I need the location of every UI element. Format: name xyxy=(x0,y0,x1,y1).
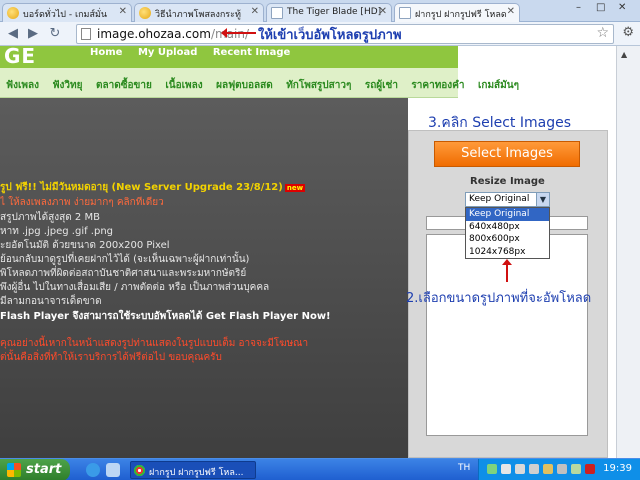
back-icon[interactable]: ◀ xyxy=(4,25,22,43)
tray-app-icon[interactable] xyxy=(515,464,525,474)
tab-label: The Tiger Blade [HD] xyxy=(287,7,382,17)
menu-item[interactable]: ฟังเพลง xyxy=(6,80,39,91)
tab-4-active[interactable]: ฝากรูป ฝากรูปฟรี โหลด ✕ xyxy=(394,3,520,23)
taskbar-item-label: ฝากรูป ฝากรูปฟรี โหล... xyxy=(149,468,244,478)
info-line: ต่นั้นคือสิ่งที่ทำให้เราบริการได้ฟรีต่อไ… xyxy=(0,352,222,363)
menu-item[interactable]: ทักโพสรูปสาวๆ xyxy=(286,80,351,91)
tray-app-icon[interactable] xyxy=(585,464,595,474)
wrench-icon[interactable]: ⚙ xyxy=(622,25,634,40)
annotation-arrow-up xyxy=(502,259,512,282)
menu-item[interactable]: ฟังวิทยุ xyxy=(52,80,82,91)
vertical-scrollbar[interactable]: ▲ xyxy=(616,46,640,458)
close-icon[interactable]: ✕ xyxy=(507,6,515,17)
menu-item[interactable]: ราคาทองคำ xyxy=(411,80,464,91)
annotation-step3: 3.คลิก Select Images xyxy=(428,115,572,131)
tab-label: ฝากรูป ฝากรูปฟรี โหลด xyxy=(415,10,507,20)
site-logo[interactable]: GE xyxy=(0,46,86,68)
nav-home[interactable]: Home xyxy=(90,47,122,58)
menu-item[interactable]: ตลาดซื้อขาย xyxy=(96,80,152,91)
page-icon xyxy=(271,7,283,19)
site-menu: ฟังเพลง ฟังวิทยุ ตลาดซื้อขาย เนื้อเพลง ผ… xyxy=(6,78,529,93)
taskbar-item-chrome[interactable]: ฝากรูป ฝากรูปฟรี โหล... xyxy=(130,461,256,479)
system-tray: 19:39 xyxy=(478,459,640,480)
chevron-down-icon[interactable]: ▼ xyxy=(536,193,549,206)
resize-option[interactable]: Keep Original xyxy=(466,208,549,221)
reload-icon[interactable]: ↻ xyxy=(46,25,64,43)
resize-option[interactable]: 800x600px xyxy=(466,233,549,246)
tab-2[interactable]: วิธีนำภาพโพสลงกระทู้ ✕ xyxy=(134,3,264,22)
page-icon xyxy=(81,28,91,40)
tab-3[interactable]: The Tiger Blade [HD] ✕ xyxy=(266,3,392,22)
tab-strip: บอร์ดทั่วไป - เกมส์มั่น ✕ วิธีนำภาพโพสลง… xyxy=(0,0,640,23)
tray-app-icon[interactable] xyxy=(529,464,539,474)
tray-app-icon[interactable] xyxy=(557,464,567,474)
globe-icon xyxy=(7,7,19,19)
annotation-step2: 2.เลือกขนาดรูปภาพที่จะอัพโหลด xyxy=(406,291,592,306)
info-line: มีลามกอนาจารเด็ดขาด xyxy=(0,296,102,307)
forward-icon[interactable]: ▶ xyxy=(24,25,42,43)
info-line: คุณอย่างนี้เหากในหน้าแสดงรูปท่านแสดงในรู… xyxy=(0,338,309,349)
browser-toolbar: ◀ ▶ ↻ image.ohozaa.com/main/ ☆ ให้เข้าเว… xyxy=(0,22,640,46)
close-icon[interactable]: ✕ xyxy=(119,6,127,17)
resize-options-list: Keep Original 640x480px 800x600px 1024x7… xyxy=(465,207,550,259)
resize-option[interactable]: 640x480px xyxy=(466,221,549,234)
maximize-button[interactable]: □ xyxy=(596,2,605,13)
chrome-icon xyxy=(134,465,145,476)
info-line: ะยอัตโนมัติ ด้วยขนาด 200x200 Pixel xyxy=(0,240,170,251)
scroll-up-icon[interactable]: ▲ xyxy=(621,50,627,59)
close-icon[interactable]: ✕ xyxy=(251,6,259,17)
page-icon xyxy=(399,7,411,19)
tab-label: บอร์ดทั่วไป - เกมส์มั่น xyxy=(23,10,108,20)
menu-item[interactable]: ผลฟุตบอลสด xyxy=(216,80,273,91)
start-button[interactable]: start xyxy=(0,459,70,480)
tray-network-icon[interactable] xyxy=(487,464,497,474)
flash-player-line[interactable]: Flash Player จึงสามารถใช้ระบบอัพโหลดได้ … xyxy=(0,309,331,324)
resize-select[interactable]: Keep Original ▼ xyxy=(465,192,550,207)
tray-app-icon[interactable] xyxy=(571,464,581,474)
info-line[interactable]: ไ ให้ลงเพลงภาพ ง่ายมากๆ คลิกทีเดียว xyxy=(0,195,164,210)
tray-volume-icon[interactable] xyxy=(501,464,511,474)
minimize-button[interactable]: – xyxy=(576,2,581,13)
star-icon[interactable]: ☆ xyxy=(596,25,609,41)
new-badge: new xyxy=(284,184,306,192)
top-nav: Home My Upload Recent Image xyxy=(86,46,458,68)
info-panel: รูป ฟรี!! ไม่มีวันหมดอายุ (New Server Up… xyxy=(0,98,408,458)
info-line: สรูปภาพได้สูงสุด 2 MB xyxy=(0,212,100,223)
tab-label: วิธีนำภาพโพสลงกระทู้ xyxy=(155,10,241,20)
windows-logo-icon xyxy=(7,463,21,477)
tray-app-icon[interactable] xyxy=(543,464,553,474)
start-label: start xyxy=(26,462,62,477)
menu-item[interactable]: รถผู้เช่า xyxy=(365,80,398,91)
globe-icon xyxy=(139,7,151,19)
nav-recent-image[interactable]: Recent Image xyxy=(213,47,290,58)
menu-item[interactable]: เกมส์มันๆ xyxy=(478,80,519,91)
resize-label: Resize Image xyxy=(470,176,545,187)
menu-item[interactable]: เนื้อเพลง xyxy=(165,80,202,91)
info-line: ย้อนกลับมาดูรูปที่เคยฝากไว้ได้ (จะเห็นเฉ… xyxy=(0,254,250,265)
annotation-arrow xyxy=(221,28,256,38)
info-line: รูป ฟรี!! ไม่มีวันหมดอายุ (New Server Up… xyxy=(0,182,306,193)
close-window-button[interactable]: ✕ xyxy=(618,2,626,13)
nav-my-upload[interactable]: My Upload xyxy=(138,47,197,58)
show-desktop-icon[interactable] xyxy=(106,463,120,477)
info-line: พึงผู้อื่น ไปในทางเสื่อมเสีย / ภาพตัดต่อ… xyxy=(0,282,270,293)
close-icon[interactable]: ✕ xyxy=(379,6,387,17)
info-line: พิโหลดภาพที่ผิดต่อสถาบันชาติศาสนาและพระม… xyxy=(0,268,247,279)
tab-1[interactable]: บอร์ดทั่วไป - เกมส์มั่น ✕ xyxy=(2,3,132,22)
language-indicator[interactable]: TH xyxy=(458,463,470,473)
info-line: หาท .jpg .jpeg .gif .png xyxy=(0,226,114,237)
taskbar: start ฝากรูป ฝากรูปฟรี โหล... TH 19:39 xyxy=(0,458,640,480)
resize-option[interactable]: 1024x768px xyxy=(466,246,549,259)
ie-icon[interactable] xyxy=(86,463,100,477)
select-images-button[interactable]: Select Images xyxy=(434,141,580,167)
annotation-address-note: ให้เข้าเว็บอัพโหลดรูปภาพ xyxy=(258,28,402,43)
resize-selected-value: Keep Original xyxy=(469,194,530,204)
taskbar-clock: 19:39 xyxy=(603,463,632,474)
